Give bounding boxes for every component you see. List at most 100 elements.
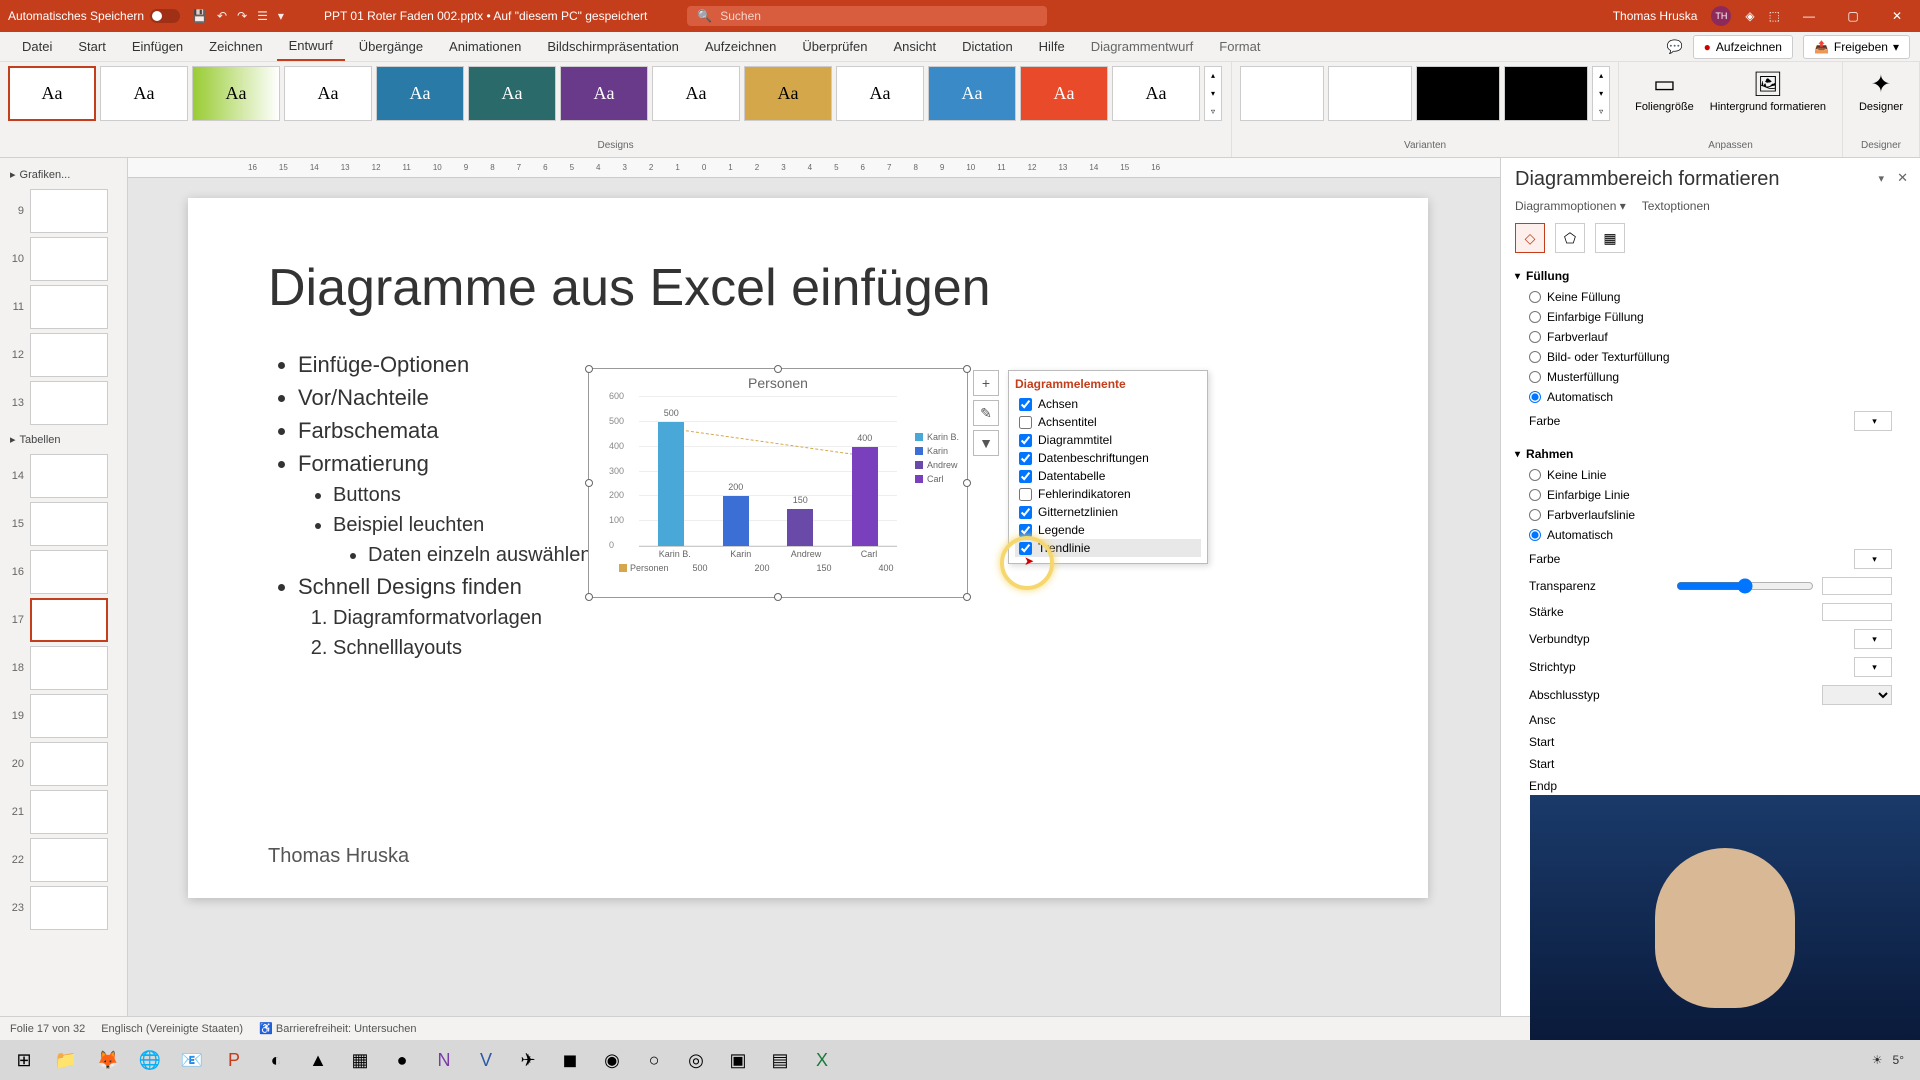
search-input[interactable] <box>720 9 1037 23</box>
fill-option[interactable]: Musterfüllung <box>1515 367 1906 387</box>
comments-icon[interactable]: 💬 <box>1666 39 1682 55</box>
collapse-pane-icon[interactable]: ▾ <box>1878 172 1884 185</box>
section-header[interactable]: ▸ Grafiken... <box>4 164 123 185</box>
record-button[interactable]: ●Aufzeichnen <box>1693 35 1793 59</box>
flyout-item-datenbeschriftungen[interactable]: Datenbeschriftungen <box>1015 449 1201 467</box>
tab-ansicht[interactable]: Ansicht <box>881 33 948 60</box>
tab-dictation[interactable]: Dictation <box>950 33 1025 60</box>
chart-legend[interactable]: Karin B. Karin Andrew Carl <box>915 429 959 487</box>
flyout-item-achsentitel[interactable]: Achsentitel <box>1015 413 1201 431</box>
chart-styles-button[interactable]: ✎ <box>973 400 999 426</box>
variants-more-icon[interactable]: ▴▾▿ <box>1592 66 1610 121</box>
tab-format[interactable]: Format <box>1207 33 1272 60</box>
designs-more-icon[interactable]: ▴▾▿ <box>1204 66 1222 121</box>
chart-bar[interactable]: 150 <box>787 509 813 546</box>
search-box[interactable]: 🔍 <box>687 6 1047 26</box>
redo-icon[interactable]: ↷ <box>237 9 247 23</box>
flyout-item-legende[interactable]: Legende <box>1015 521 1201 539</box>
resize-handle[interactable] <box>774 365 782 373</box>
qat-more-icon[interactable]: ▾ <box>278 9 284 23</box>
design-thumb[interactable]: Aa <box>652 66 740 121</box>
outlook-icon[interactable]: 📧 <box>174 1044 210 1076</box>
designer-button[interactable]: ✦Designer <box>1851 66 1911 117</box>
variant-thumb[interactable] <box>1504 66 1588 121</box>
ribbon-display-icon[interactable]: ⬚ <box>1769 9 1780 23</box>
slide-thumbnail[interactable]: 17 <box>6 598 121 642</box>
fill-option[interactable]: Keine Füllung <box>1515 287 1906 307</box>
app-icon[interactable]: ● <box>384 1044 420 1076</box>
app-icon[interactable]: ○ <box>636 1044 672 1076</box>
border-option[interactable]: Keine Linie <box>1515 465 1906 485</box>
tab-diagrammoptionen[interactable]: Diagrammoptionen <box>1515 199 1626 213</box>
tab-diagrammentwurf[interactable]: Diagrammentwurf <box>1079 33 1206 60</box>
resize-handle[interactable] <box>963 593 971 601</box>
cap-type-select[interactable] <box>1822 685 1892 705</box>
undo-icon[interactable]: ↶ <box>217 9 227 23</box>
dash-type-button[interactable] <box>1854 657 1892 677</box>
avatar[interactable]: TH <box>1711 6 1731 26</box>
variant-thumb[interactable] <box>1328 66 1412 121</box>
flyout-item-gitternetzlinien[interactable]: Gitternetzlinien <box>1015 503 1201 521</box>
tab-start[interactable]: Start <box>66 33 117 60</box>
slide-thumbnail[interactable]: 16 <box>6 550 121 594</box>
resize-handle[interactable] <box>963 365 971 373</box>
telegram-icon[interactable]: ✈ <box>510 1044 546 1076</box>
chart-bar[interactable]: 400 <box>852 447 878 546</box>
design-thumb[interactable]: Aa <box>836 66 924 121</box>
design-thumb[interactable]: Aa <box>744 66 832 121</box>
visio-icon[interactable]: V <box>468 1044 504 1076</box>
fill-line-icon[interactable]: ◇ <box>1515 223 1545 253</box>
resize-handle[interactable] <box>585 479 593 487</box>
design-thumb[interactable]: Aa <box>100 66 188 121</box>
touch-mode-icon[interactable]: ☰ <box>257 9 268 23</box>
accessibility-indicator[interactable]: ♿ Barrierefreiheit: Untersuchen <box>259 1022 416 1035</box>
tab-textoptionen[interactable]: Textoptionen <box>1642 199 1710 213</box>
app-icon[interactable]: ▦ <box>342 1044 378 1076</box>
design-thumb[interactable]: Aa <box>284 66 372 121</box>
flyout-item-trendlinie[interactable]: Trendlinie <box>1015 539 1201 557</box>
autosave-toggle[interactable]: Automatisches Speichern <box>8 9 180 23</box>
coming-soon-icon[interactable]: ◈ <box>1745 9 1754 23</box>
share-button[interactable]: 📤Freigeben▾ <box>1803 35 1910 59</box>
chart-filters-button[interactable]: ▼ <box>973 430 999 456</box>
tab-datei[interactable]: Datei <box>10 33 64 60</box>
tab-einfuegen[interactable]: Einfügen <box>120 33 195 60</box>
border-option[interactable]: Einfarbige Linie <box>1515 485 1906 505</box>
transparency-slider[interactable] <box>1676 578 1815 594</box>
tab-aufzeichnen[interactable]: Aufzeichnen <box>693 33 789 60</box>
variant-thumb[interactable] <box>1416 66 1500 121</box>
tab-uebergaenge[interactable]: Übergänge <box>347 33 435 60</box>
slide-thumbnail[interactable]: 9 <box>6 189 121 233</box>
onenote-icon[interactable]: N <box>426 1044 462 1076</box>
slide-canvas[interactable]: 1615141312111098765432101234567891011121… <box>128 158 1500 1016</box>
slide-thumbnail[interactable]: 12 <box>6 333 121 377</box>
fill-option[interactable]: Einfarbige Füllung <box>1515 307 1906 327</box>
tab-hilfe[interactable]: Hilfe <box>1027 33 1077 60</box>
resize-handle[interactable] <box>585 365 593 373</box>
border-option[interactable]: Automatisch <box>1515 525 1906 545</box>
toggle-switch[interactable] <box>150 9 180 23</box>
slide-size-button[interactable]: ▭Foliengröße <box>1627 66 1702 117</box>
resize-handle[interactable] <box>774 593 782 601</box>
design-thumb[interactable]: Aa <box>1112 66 1200 121</box>
flyout-item-fehlerindikatoren[interactable]: Fehlerindikatoren <box>1015 485 1201 503</box>
fill-option[interactable]: Bild- oder Texturfüllung <box>1515 347 1906 367</box>
design-thumb[interactable]: Aa <box>376 66 464 121</box>
save-icon[interactable]: 💾 <box>192 9 207 23</box>
resize-handle[interactable] <box>585 593 593 601</box>
format-background-button[interactable]: 🖼Hintergrund formatieren <box>1702 66 1834 117</box>
slide-thumbnail[interactable]: 22 <box>6 838 121 882</box>
tab-zeichnen[interactable]: Zeichnen <box>197 33 274 60</box>
chart-bar[interactable]: 200 <box>723 496 749 546</box>
fill-option[interactable]: Automatisch <box>1515 387 1906 407</box>
effects-icon[interactable]: ⬠ <box>1555 223 1585 253</box>
slide-thumbnail[interactable]: 18 <box>6 646 121 690</box>
slide-thumbnail[interactable]: 19 <box>6 694 121 738</box>
transparency-input[interactable] <box>1822 577 1892 595</box>
design-thumb[interactable]: Aa <box>560 66 648 121</box>
flyout-item-datentabelle[interactable]: Datentabelle <box>1015 467 1201 485</box>
slide-thumbnail[interactable]: 14 <box>6 454 121 498</box>
excel-icon[interactable]: X <box>804 1044 840 1076</box>
weather-icon[interactable]: ☀ <box>1872 1053 1883 1067</box>
app-icon[interactable]: ▤ <box>762 1044 798 1076</box>
